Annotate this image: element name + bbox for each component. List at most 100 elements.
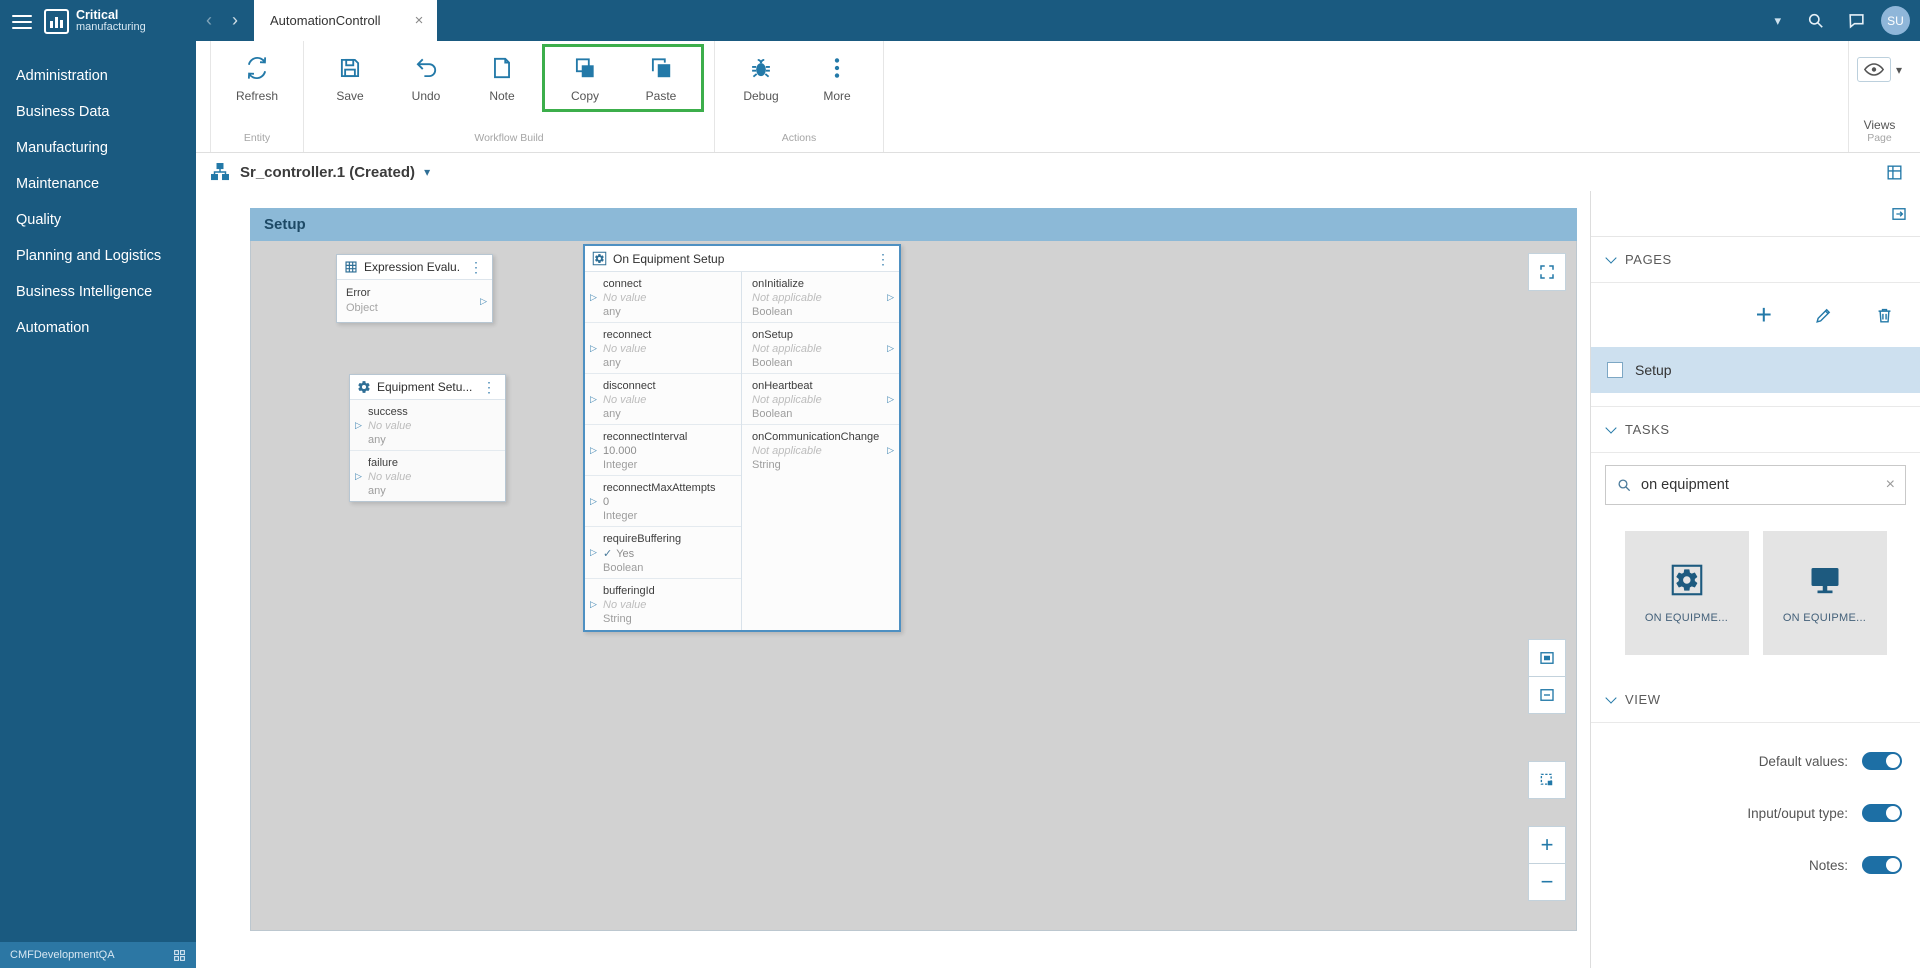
tab-automationcontroll[interactable]: AutomationControll × [254, 0, 437, 41]
sidebar-item-administration[interactable]: Administration [0, 58, 196, 94]
refresh-button[interactable]: Refresh [219, 47, 295, 103]
task-search-input[interactable] [1641, 477, 1877, 493]
save-button[interactable]: Save [312, 47, 388, 103]
header-dropdown-icon[interactable]: ▾ [1774, 13, 1781, 29]
paste-button[interactable]: Paste [623, 47, 699, 103]
output-port-icon[interactable]: ▷ [887, 446, 894, 455]
input-port-icon[interactable]: ▷ [590, 395, 597, 404]
node-on-equipment-setup[interactable]: On Equipment Setup ⋮ ▷ connect No value … [583, 244, 901, 632]
grid-view-icon[interactable] [1885, 163, 1904, 182]
search-icon[interactable] [1806, 11, 1825, 30]
output-port-icon[interactable]: ▷ [355, 421, 362, 430]
fullscreen-icon [1538, 263, 1556, 281]
tab-close-icon[interactable]: × [415, 13, 424, 28]
output-port-icon[interactable]: ▷ [355, 472, 362, 481]
copy-button[interactable]: Copy [547, 47, 623, 103]
input-port-icon[interactable]: ▷ [590, 548, 597, 557]
output-port-icon[interactable]: ▷ [480, 296, 487, 307]
fit-to-page-button[interactable] [1528, 676, 1566, 714]
node-expression-evaluator[interactable]: Expression Evalu... ⋮ Error Object ▷ [336, 254, 493, 323]
sidebar-item-maintenance[interactable]: Maintenance [0, 166, 196, 202]
zoom-out-button[interactable]: − [1528, 863, 1566, 901]
more-button[interactable]: More [799, 47, 875, 103]
output-port-icon[interactable]: ▷ [887, 344, 894, 353]
undo-icon [413, 55, 439, 81]
nav-back-button[interactable]: ‹ [196, 0, 222, 41]
port-reconnect: ▷ reconnect No value any [585, 323, 741, 374]
expression-grid-icon [344, 260, 358, 274]
sidebar-item-business-intelligence[interactable]: Business Intelligence [0, 274, 196, 310]
input-output-type-toggle[interactable] [1862, 804, 1902, 822]
fit-to-page-icon [1538, 686, 1556, 704]
port-reconnect-max-attempts: ▷ reconnectMaxAttempts 0 Integer [585, 476, 741, 527]
node-title: Equipment Setu... [377, 380, 474, 394]
collapse-panel-icon[interactable] [1890, 205, 1908, 223]
input-port-icon[interactable]: ▷ [590, 497, 597, 506]
input-port-icon[interactable]: ▷ [590, 344, 597, 353]
tab-label: AutomationControll [270, 13, 381, 28]
entity-dropdown-icon[interactable]: ▾ [424, 165, 430, 179]
content-area: Setup Expression Evalu... ⋮ Error Objec [196, 191, 1920, 968]
note-button[interactable]: Note [464, 47, 540, 103]
output-port-icon[interactable]: ▷ [887, 293, 894, 302]
brand-logo[interactable]: Critical manufacturing [44, 9, 146, 34]
node-menu-icon[interactable]: ⋮ [467, 260, 485, 274]
views-eye-icon [1863, 61, 1885, 78]
fullscreen-button[interactable] [1528, 253, 1566, 291]
node-menu-icon[interactable]: ⋮ [480, 380, 498, 394]
note-label: Note [489, 89, 514, 103]
chevron-down-icon [1605, 252, 1616, 263]
hamburger-menu-icon[interactable] [12, 11, 32, 33]
port-success: ▷ success No value any [350, 400, 505, 451]
avatar[interactable]: SU [1881, 6, 1910, 35]
toggle-label: Notes: [1809, 858, 1848, 873]
sidebar-item-manufacturing[interactable]: Manufacturing [0, 130, 196, 166]
input-port-icon[interactable]: ▷ [590, 600, 597, 609]
refresh-icon [244, 55, 270, 81]
chat-icon[interactable] [1847, 11, 1866, 30]
ribbon-group-label-workflow-build: Workflow Build [312, 132, 706, 148]
selection-box-icon [1538, 771, 1556, 789]
sidebar-item-quality[interactable]: Quality [0, 202, 196, 238]
sidebar-item-planning-logistics[interactable]: Planning and Logistics [0, 238, 196, 274]
selection-box-button[interactable] [1528, 761, 1566, 799]
page-checkbox[interactable] [1607, 362, 1623, 378]
page-item-setup[interactable]: Setup [1591, 347, 1920, 393]
node-equipment-setup[interactable]: Equipment Setu... ⋮ ▷ success No value a… [349, 374, 506, 502]
sidebar-item-business-data[interactable]: Business Data [0, 94, 196, 130]
section-view[interactable]: VIEW [1591, 677, 1920, 723]
port-on-heartbeat: ▷ onHeartbeat Not applicable Boolean [742, 374, 899, 425]
workflow-canvas[interactable]: Expression Evalu... ⋮ Error Object ▷ [250, 241, 1577, 931]
section-pages[interactable]: PAGES [1591, 237, 1920, 283]
input-port-icon[interactable]: ▷ [590, 446, 597, 455]
debug-button[interactable]: Debug [723, 47, 799, 103]
search-icon [1616, 477, 1632, 493]
nav-forward-button[interactable]: › [222, 0, 248, 41]
node-menu-icon[interactable]: ⋮ [874, 252, 892, 266]
toggle-label: Default values: [1759, 754, 1848, 769]
default-values-toggle[interactable] [1862, 752, 1902, 770]
sidebar-item-automation[interactable]: Automation [0, 310, 196, 346]
delete-page-button[interactable] [1875, 306, 1894, 325]
task-tile-on-equipment-event[interactable]: ON EQUIPME... [1763, 531, 1887, 655]
undo-button[interactable]: Undo [388, 47, 464, 103]
views-button[interactable]: ▾ [1857, 47, 1902, 82]
task-tile-on-equipment-setup[interactable]: ON EQUIPME... [1625, 531, 1749, 655]
edit-page-button[interactable] [1814, 306, 1833, 325]
add-page-button[interactable]: + [1756, 301, 1772, 329]
section-tasks[interactable]: TASKS [1591, 407, 1920, 453]
notes-toggle[interactable] [1862, 856, 1902, 874]
port-failure: ▷ failure No value any [350, 451, 505, 501]
zoom-in-button[interactable]: + [1528, 826, 1566, 864]
entity-title[interactable]: Sr_controller.1 (Created) [240, 164, 415, 181]
toggle-row-default-values: Default values: [1591, 735, 1920, 787]
output-port-icon[interactable]: ▷ [887, 395, 894, 404]
task-tile-label: ON EQUIPME... [1783, 612, 1866, 624]
right-panel: PAGES + Setup [1590, 191, 1920, 968]
more-label: More [823, 89, 850, 103]
environment-name: CMFDevelopmentQA [10, 949, 115, 961]
fit-to-selection-button[interactable] [1528, 639, 1566, 677]
input-port-icon[interactable]: ▷ [590, 293, 597, 302]
copy-icon [572, 55, 598, 81]
clear-search-icon[interactable]: × [1886, 476, 1895, 494]
